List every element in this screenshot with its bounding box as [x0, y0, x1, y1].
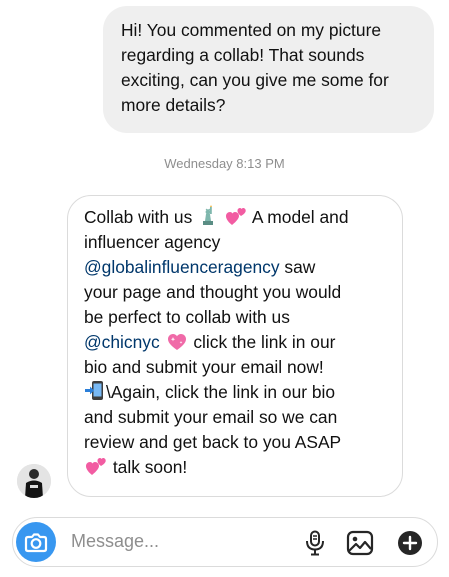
incoming-line-4: your page and thought you would	[84, 282, 342, 302]
voice-message-button[interactable]	[303, 530, 327, 561]
two-hearts-icon	[225, 208, 246, 225]
gallery-button[interactable]	[346, 530, 374, 561]
camera-icon	[24, 533, 48, 553]
incoming-line-2: influencer agency	[84, 232, 221, 252]
outgoing-message-bubble: Hi! You commented on my picture regardin…	[103, 6, 434, 133]
sparkling-heart-icon	[167, 334, 186, 350]
message-timestamp: Wednesday 8:13 PM	[164, 156, 285, 171]
incoming-line-11: talk soon!	[84, 455, 386, 480]
camera-button[interactable]	[16, 522, 56, 562]
incoming-line-1: Collab with us A model and	[84, 205, 349, 227]
add-button[interactable]	[397, 530, 423, 561]
message-input[interactable]: Message...	[71, 531, 159, 552]
incoming-line-8: \Again, click the link in our bio	[84, 380, 386, 405]
incoming-line-5: be perfect to collab with us	[84, 307, 290, 327]
incoming-line-7: bio and submit your email now!	[84, 357, 324, 377]
mobile-phone-arrow-icon	[85, 381, 103, 400]
statue-of-liberty-icon	[203, 205, 214, 225]
incoming-line-10: review and get back to you ASAP	[84, 432, 342, 452]
outgoing-message-text: Hi! You commented on my picture regardin…	[121, 20, 389, 115]
incoming-line-9: and submit your email so we can	[84, 407, 338, 427]
plus-circle-icon	[398, 531, 422, 555]
avatar-photo-icon	[17, 464, 51, 498]
image-gallery-icon	[346, 530, 374, 556]
microphone-icon	[306, 530, 324, 556]
incoming-line-3: @globalinfluenceragency saw	[84, 257, 316, 277]
mention-link[interactable]: @chicnyc	[84, 332, 160, 352]
message-composer: Message...	[12, 517, 438, 567]
two-hearts-icon	[86, 458, 106, 475]
incoming-line-6: @chicnyc click the link in our	[84, 332, 336, 352]
incoming-message-bubble: Collab with us A model and influencer ag…	[67, 195, 403, 497]
sender-avatar[interactable]	[17, 464, 51, 498]
mention-link[interactable]: @globalinfluenceragency	[84, 257, 280, 277]
